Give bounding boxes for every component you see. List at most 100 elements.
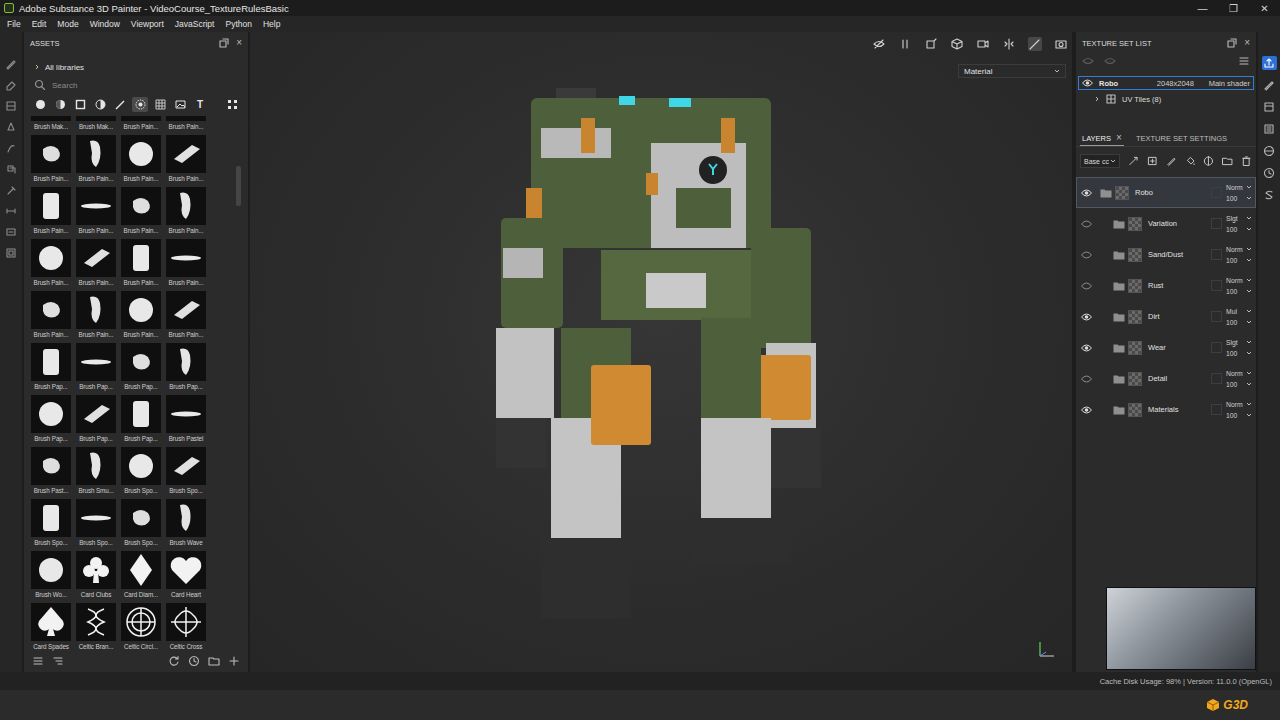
eye-icon[interactable]	[1081, 189, 1092, 197]
asset-item[interactable]: Brush Pain...	[120, 132, 162, 184]
asset-item[interactable]: Brush Pain...	[120, 236, 162, 288]
blend-mode[interactable]: Slgt	[1226, 215, 1252, 222]
opacity-value[interactable]: 100	[1226, 226, 1252, 233]
filter-button[interactable]	[112, 97, 128, 112]
mask-slot[interactable]	[1211, 342, 1222, 353]
filter-button[interactable]	[172, 97, 188, 112]
asset-item[interactable]: Brush Wo...	[30, 548, 72, 600]
dropdown-arrow-icon[interactable]	[1246, 401, 1252, 407]
shader-icon[interactable]	[1263, 123, 1275, 135]
asset-item[interactable]: Brush Pap...	[30, 392, 72, 444]
side-panel-button[interactable]	[1262, 166, 1277, 180]
filter-button[interactable]	[224, 97, 240, 112]
layer-row[interactable]: VariationSlgt100	[1076, 208, 1256, 239]
search-field[interactable]: Search	[30, 78, 242, 92]
properties-icon[interactable]	[1263, 79, 1275, 91]
asset-item[interactable]: Brush Pain...	[30, 288, 72, 340]
cube-icon[interactable]	[951, 38, 963, 50]
substance-icon[interactable]	[1263, 189, 1275, 201]
dropdown-arrow-icon[interactable]	[1246, 412, 1252, 418]
model-canvas[interactable]	[250, 78, 1072, 638]
eye-icon[interactable]	[1081, 282, 1092, 290]
blend-mode[interactable]: Mul	[1226, 308, 1252, 315]
undock-icon[interactable]	[1226, 37, 1238, 49]
asset-item[interactable]: Celtic Circl...	[120, 600, 162, 652]
dropdown-arrow-icon[interactable]	[1246, 288, 1252, 294]
asset-item[interactable]: Brush Past...	[30, 444, 72, 496]
asset-item[interactable]: Brush Pap...	[75, 392, 117, 444]
fill-icon[interactable]	[1185, 155, 1196, 167]
side-panel-button[interactable]	[1262, 188, 1277, 202]
scrollbar-thumb[interactable]	[236, 166, 241, 206]
opacity-value[interactable]: 100	[1226, 319, 1252, 326]
add-paint-layer-icon[interactable]	[1166, 155, 1177, 167]
asset-item[interactable]: Brush Pain...	[165, 184, 207, 236]
display-settings-icon[interactable]	[5, 247, 17, 259]
asset-item[interactable]: Brush Pap...	[165, 340, 207, 392]
export-icon[interactable]	[1263, 57, 1275, 69]
expand-icon[interactable]	[34, 64, 40, 70]
menu-item[interactable]: Help	[263, 19, 280, 29]
asset-item[interactable]: Brush Spo...	[75, 496, 117, 548]
asset-item[interactable]: Brush Pain...	[120, 184, 162, 236]
asset-item[interactable]: Brush Pain...	[120, 288, 162, 340]
display-icon[interactable]	[1263, 101, 1275, 113]
asset-item[interactable]: Brush Wave	[165, 496, 207, 548]
viewport-tool-button[interactable]	[1054, 37, 1068, 51]
opacity-value[interactable]: 100	[1226, 350, 1252, 357]
asset-item[interactable]: Card Clubs	[75, 548, 117, 600]
history-icon[interactable]	[1263, 167, 1275, 179]
refresh-icon[interactable]	[168, 655, 180, 667]
menu-item[interactable]: Python	[225, 19, 251, 29]
side-panel-button[interactable]	[1262, 100, 1277, 114]
recent-icon[interactable]	[188, 655, 200, 667]
dropdown-arrow-icon[interactable]	[1246, 257, 1252, 263]
filter-button[interactable]	[132, 97, 148, 112]
eraser-tool-icon[interactable]	[5, 79, 17, 91]
layer-row[interactable]: RoboNorm100	[1076, 177, 1256, 208]
viewport-tool-button[interactable]	[1002, 37, 1016, 51]
layer-row[interactable]: MaterialsNorm100	[1076, 394, 1256, 425]
asset-item[interactable]: Brush Spo...	[120, 444, 162, 496]
eye-icon[interactable]	[1081, 344, 1092, 352]
mask-slot[interactable]	[1211, 280, 1222, 291]
asset-item[interactable]: Brush Spo...	[30, 496, 72, 548]
symmetry-icon[interactable]	[1003, 38, 1015, 50]
menu-icon[interactable]	[1238, 55, 1250, 67]
undock-icon[interactable]	[218, 37, 230, 49]
asset-item[interactable]: Brush Pain...	[165, 236, 207, 288]
side-panel-button[interactable]	[1262, 122, 1277, 136]
eye-icon[interactable]	[1081, 251, 1092, 259]
dropdown-arrow-icon[interactable]	[1246, 277, 1252, 283]
asset-item[interactable]: Brush Pap...	[120, 340, 162, 392]
asset-item[interactable]: Brush Pain...	[75, 132, 117, 184]
asset-item[interactable]: Brush Pain...	[120, 116, 162, 132]
uv-tiles-row[interactable]: UV Tiles (8)	[1076, 93, 1256, 105]
robot-model[interactable]	[481, 88, 841, 628]
eye-icon[interactable]	[1081, 313, 1092, 321]
expand-icon[interactable]	[1094, 96, 1100, 102]
asset-item[interactable]: Brush Mak...	[30, 116, 72, 132]
asset-item[interactable]: Brush Smu...	[75, 444, 117, 496]
viewport-tool-button[interactable]	[898, 37, 912, 51]
environment-icon[interactable]	[1263, 145, 1275, 157]
pause-icon[interactable]	[899, 38, 911, 50]
camera-icon[interactable]	[977, 38, 989, 50]
asset-item[interactable]: Brush Pain...	[30, 132, 72, 184]
opacity-value[interactable]: 100	[1226, 381, 1252, 388]
layer-row[interactable]: Sand/DustNorm100	[1076, 239, 1256, 270]
menu-item[interactable]: File	[7, 19, 21, 29]
filter-button[interactable]	[152, 97, 168, 112]
filter-button[interactable]	[72, 97, 88, 112]
window-control-button[interactable]: —	[1187, 3, 1218, 14]
window-control-button[interactable]: ✕	[1249, 3, 1280, 14]
blend-mode[interactable]: Norm	[1226, 370, 1252, 377]
smudge-tool-icon[interactable]	[5, 142, 17, 154]
clone-tool-icon[interactable]	[5, 163, 17, 175]
hide-overlay-icon[interactable]	[873, 38, 885, 50]
channel-dropdown[interactable]: Base cc	[1080, 154, 1120, 168]
mask-slot[interactable]	[1211, 311, 1222, 322]
list-view-icon[interactable]	[32, 655, 44, 667]
asset-item[interactable]: Brush Pain...	[165, 288, 207, 340]
filter-button[interactable]	[92, 97, 108, 112]
